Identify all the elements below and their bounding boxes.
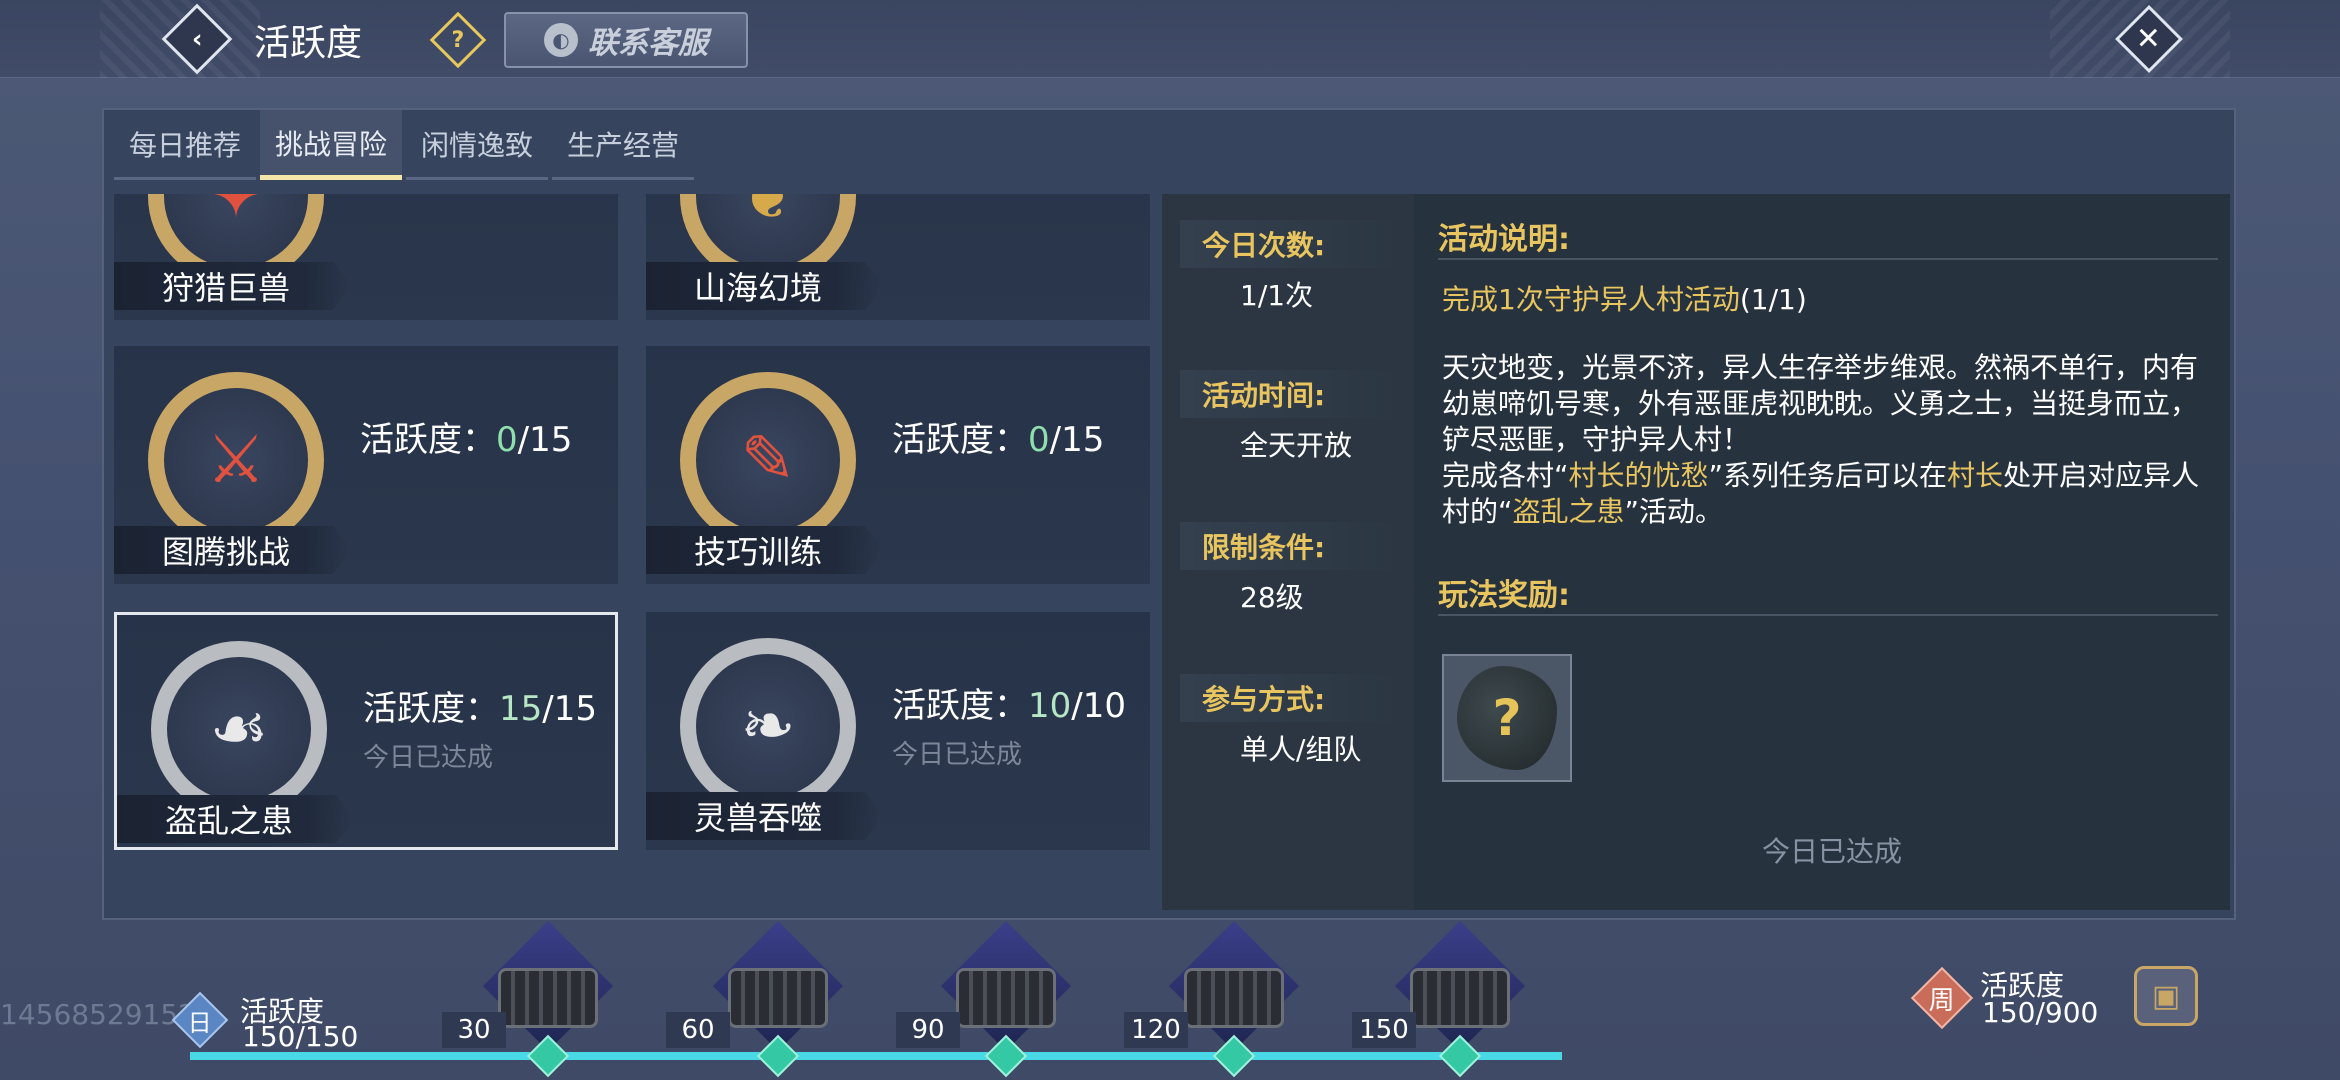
info-label: 参与方式: [1180, 674, 1406, 722]
close-button[interactable]: ✕ [2115, 5, 2183, 73]
activity-detail: 今日次数: 1/1次 活动时间: 全天开放 限制条件: 28级 参与方式: 单人… [1162, 194, 2230, 910]
page-title: 活跃度 [254, 23, 363, 64]
info-label: 限制条件: [1180, 522, 1406, 570]
activity-card[interactable]: ✦ 狩猎巨兽 [114, 194, 618, 320]
milestone-label: 60 [666, 1012, 730, 1048]
help-button[interactable]: ? [429, 11, 487, 69]
spirit-beast-icon: ❧ [680, 638, 856, 814]
weekly-badge: 周 [1910, 966, 1974, 1030]
treasure-chest-icon[interactable]: ▣ [2134, 966, 2198, 1026]
mystery-stone-icon: ? [1457, 666, 1557, 770]
activity-status: 今日已达成 [892, 740, 1023, 770]
milestone-marker [1212, 1034, 1256, 1078]
activity-name: 图腾挑战 [114, 526, 352, 574]
reward-title: 玩法奖励: [1438, 578, 1570, 613]
activity-info: 今日次数: 1/1次 活动时间: 全天开放 限制条件: 28级 参与方式: 单人… [1162, 194, 1414, 910]
reward-chest-30[interactable] [482, 920, 614, 1052]
customer-service-label: 联系客服 [588, 26, 708, 61]
task-line: 完成1次守护异人村活动(1/1) [1442, 283, 1807, 316]
activity-card[interactable]: ✎ 技巧训练 活跃度：0/15 [646, 346, 1150, 584]
activity-score: 活跃度：10/10 [892, 686, 1126, 726]
customer-service-button[interactable]: ◐ 联系客服 [504, 12, 748, 68]
divider [1438, 258, 2218, 260]
back-button[interactable]: ‹ [160, 3, 234, 75]
reward-item[interactable]: ? [1442, 654, 1572, 782]
activity-score: 活跃度：0/15 [892, 420, 1105, 460]
milestone-marker [1438, 1034, 1482, 1078]
milestone-marker [984, 1034, 1028, 1078]
weekly-activity-value: 150/900 [1982, 996, 2099, 1029]
info-value: 1/1次 [1240, 279, 1314, 312]
activity-score: 活跃度：15/15 [363, 689, 597, 729]
question-icon: ? [451, 27, 465, 53]
tab-challenge-adventure[interactable]: 挑战冒险 [260, 110, 402, 180]
tab-leisure[interactable]: 闲情逸致 [406, 110, 548, 180]
activity-card-selected[interactable]: ☙ 盗乱之患 活跃度：15/15 今日已达成 [114, 612, 618, 850]
info-mode: 参与方式: 单人/组队 [1180, 674, 1406, 768]
reward-chest-60[interactable] [712, 920, 844, 1052]
activity-name: 灵兽吞噬 [646, 792, 884, 840]
reward-chest-90[interactable] [940, 920, 1072, 1052]
info-label: 今日次数: [1180, 220, 1406, 268]
info-count: 今日次数: 1/1次 [1180, 220, 1406, 314]
headset-icon: ◐ [544, 23, 578, 57]
description-body: 天灾地变，光景不济，异人生存举步维艰。然祸不单行，内有幼崽啼饥号寒，外有恶匪虎视… [1442, 351, 2200, 528]
daily-progress-track [190, 1052, 1562, 1060]
tab-daily-recommend[interactable]: 每日推荐 [114, 110, 256, 180]
axe-sword-icon: ⚔ [148, 372, 324, 548]
milestone-marker [756, 1034, 800, 1078]
divider [1438, 614, 2218, 616]
reward-status: 今日已达成 [1761, 835, 1902, 868]
daily-activity-value: 150/150 [242, 1020, 359, 1053]
activity-name: 技巧训练 [646, 526, 884, 574]
info-requirement: 限制条件: 28级 [1180, 522, 1406, 616]
activity-description: 活动说明: 完成1次守护异人村活动(1/1) 天灾地变，光景不济，异人生存举步维… [1434, 194, 2230, 910]
activity-name: 山海幻境 [646, 262, 884, 310]
milestone-label: 120 [1124, 1012, 1188, 1048]
activity-name: 盗乱之患 [117, 795, 355, 843]
bandit-icon: ☙ [151, 641, 327, 817]
milestone-label: 90 [896, 1012, 960, 1048]
activity-status: 今日已达成 [363, 743, 494, 773]
info-time: 活动时间: 全天开放 [1180, 370, 1406, 464]
milestone-label: 150 [1352, 1012, 1416, 1048]
milestone-marker [526, 1034, 570, 1078]
activity-panel: 每日推荐 挑战冒险 闲情逸致 生产经营 ✦ 狩猎巨兽 ❦ 山海幻境 ⚔ 图腾挑战… [102, 108, 2236, 920]
tab-production[interactable]: 生产经营 [552, 110, 694, 180]
info-label: 活动时间: [1180, 370, 1406, 418]
activity-card[interactable]: ⚔ 图腾挑战 活跃度：0/15 [114, 346, 618, 584]
info-value: 单人/组队 [1240, 733, 1362, 766]
reward-chest-120[interactable] [1168, 920, 1300, 1052]
activity-card[interactable]: ❦ 山海幻境 [646, 194, 1150, 320]
activity-name: 狩猎巨兽 [114, 262, 352, 310]
category-tabs: 每日推荐 挑战冒险 闲情逸致 生产经营 [114, 110, 698, 180]
reward-chest-150[interactable] [1394, 920, 1526, 1052]
top-bar: ‹ 活跃度 ? ◐ 联系客服 ✕ [0, 0, 2340, 78]
description-title: 活动说明: [1438, 222, 1570, 257]
activity-score: 活跃度：0/15 [360, 420, 573, 460]
activity-card[interactable]: ❧ 灵兽吞噬 活跃度：10/10 今日已达成 [646, 612, 1150, 850]
info-value: 全天开放 [1240, 429, 1353, 462]
info-value: 28级 [1240, 581, 1304, 614]
milestone-label: 30 [442, 1012, 506, 1048]
close-icon: ✕ [2115, 5, 2183, 73]
user-id: 14568529152 [0, 998, 196, 1031]
activity-list[interactable]: ✦ 狩猎巨兽 ❦ 山海幻境 ⚔ 图腾挑战 活跃度：0/15 ✎ 技巧训练 活跃度… [112, 194, 1160, 910]
chevron-left-icon: ‹ [161, 3, 233, 75]
scroll-brush-icon: ✎ [680, 372, 856, 548]
